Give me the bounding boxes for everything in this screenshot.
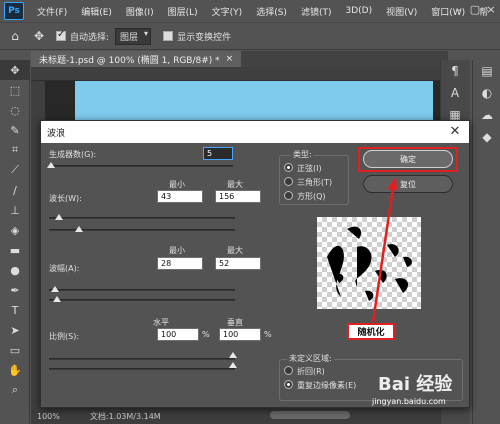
watermark: Bai 经验: [378, 374, 453, 395]
annotation-arrow: [371, 176, 397, 323]
watermark-url: jingyan.baidu.com: [372, 397, 446, 406]
